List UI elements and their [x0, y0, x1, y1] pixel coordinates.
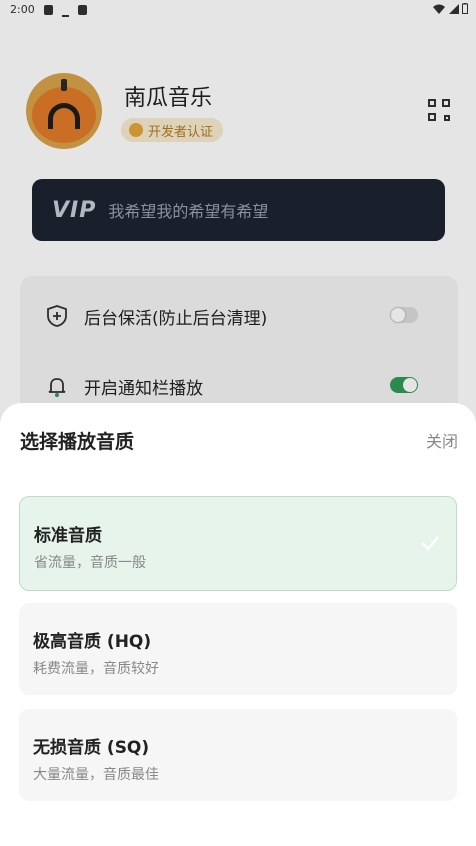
- quality-option-sq[interactable]: 无损音质 (SQ) 大量流量，音质最佳: [19, 709, 457, 801]
- quality-bottom-sheet: 选择播放音质 关闭 标准音质 省流量，音质一般 极高音质 (HQ) 耗费流量，音…: [0, 403, 476, 846]
- option-desc: 耗费流量，音质较好: [33, 661, 159, 677]
- option-desc: 省流量，音质一般: [34, 555, 146, 571]
- quality-option-hq[interactable]: 极高音质 (HQ) 耗费流量，音质较好: [19, 603, 457, 695]
- option-name: 极高音质 (HQ): [33, 632, 152, 652]
- close-button[interactable]: 关闭: [426, 428, 458, 452]
- sheet-title: 选择播放音质: [20, 431, 135, 453]
- check-icon: [421, 536, 439, 551]
- quality-option-standard[interactable]: 标准音质 省流量，音质一般: [19, 496, 457, 591]
- option-desc: 大量流量，音质最佳: [33, 767, 159, 783]
- option-name: 标准音质: [34, 526, 102, 546]
- option-name: 无损音质 (SQ): [33, 738, 150, 758]
